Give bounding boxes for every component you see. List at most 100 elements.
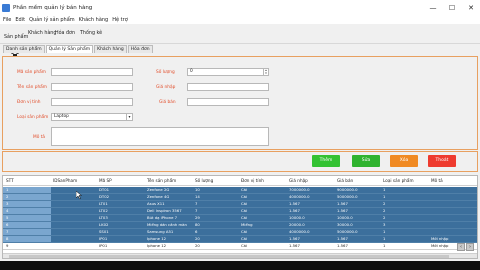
table-cell[interactable]: 1.567	[337, 243, 348, 249]
tab-product-manage[interactable]: Quản lý Sản phẩm	[45, 45, 94, 53]
stepper-arrows-icon[interactable]: ▴ ▾	[263, 69, 268, 75]
add-button[interactable]: Thêm	[312, 155, 340, 167]
table-cell[interactable]: LK02	[99, 222, 108, 228]
table-cell[interactable]: 1.567	[289, 236, 300, 242]
row-id-cell[interactable]	[3, 208, 51, 214]
table-cell[interactable]: 6	[6, 222, 8, 228]
table-cell[interactable]: 1	[383, 243, 385, 249]
table-cell[interactable]: Samsung A51	[147, 229, 173, 235]
column-header[interactable]: IDSanPham	[53, 176, 77, 186]
table-cell[interactable]: Iphone 12	[147, 243, 166, 249]
menu-help[interactable]: Hệ trợ	[112, 17, 128, 23]
table-row[interactable]: 9 IP01 Iphone 12 20 Cái 1.567 1.567 1 Mới nhập	[3, 243, 477, 250]
table-cell[interactable]: IP01	[99, 236, 107, 242]
table-cell[interactable]: 6	[195, 229, 197, 235]
table-cell[interactable]: 5000000.0	[337, 194, 358, 200]
table-cell[interactable]: 1	[383, 236, 385, 242]
unit-input[interactable]	[51, 98, 133, 106]
table-cell[interactable]: 1	[383, 187, 385, 193]
menu-file[interactable]: File	[3, 17, 11, 23]
sale-price-input[interactable]	[187, 98, 269, 106]
tab-product-list[interactable]: Danh sản phẩm	[3, 45, 45, 53]
table-cell[interactable]: IP01	[99, 243, 107, 249]
table-cell[interactable]: 1.567	[289, 208, 300, 214]
row-id-cell[interactable]	[3, 222, 51, 228]
table-cell[interactable]: 7000000.0	[289, 187, 310, 193]
table-row[interactable]: 8 IP01 Iphone 12 20 Cái 1.567 1.567 1 Mới nhập	[3, 236, 477, 243]
table-row[interactable]: 2 DT02 Zenfone 4G 14 Cái 4000000.0 5000000.0 1	[3, 194, 477, 201]
table-row[interactable]: 4 LT02 Dell Inspiron 3567 7 Cái 1.567 1.567 2	[3, 208, 477, 215]
close-button[interactable]: ✕	[462, 0, 480, 16]
table-cell[interactable]: 2	[383, 201, 385, 207]
table-cell[interactable]: 80	[195, 222, 200, 228]
import-price-input[interactable]	[187, 83, 269, 91]
table-cell[interactable]: 29	[195, 215, 200, 221]
table-cell[interactable]: 14	[195, 194, 200, 200]
table-cell[interactable]: 3	[383, 222, 385, 228]
table-cell[interactable]: LT01	[99, 201, 108, 207]
table-cell[interactable]: 1	[6, 187, 8, 193]
column-header[interactable]: Loại sản phẩm	[383, 176, 414, 186]
description-textarea[interactable]	[51, 127, 269, 146]
table-cell[interactable]: 4000000.0	[289, 229, 310, 235]
column-header[interactable]: Số lượng	[195, 176, 213, 186]
column-header[interactable]: Giá bán	[337, 176, 353, 186]
row-id-cell[interactable]	[3, 187, 51, 193]
table-cell[interactable]: 9	[6, 243, 8, 249]
table-cell[interactable]: LT03	[99, 215, 108, 221]
table-cell[interactable]: SS01	[99, 229, 109, 235]
menu-customers[interactable]: Khách hàng	[79, 17, 109, 23]
row-id-cell[interactable]	[3, 194, 51, 200]
table-cell[interactable]: Cái	[241, 243, 247, 249]
menu-products[interactable]: Quản lý sản phẩm	[29, 17, 75, 23]
delete-button[interactable]: Xóa	[390, 155, 418, 167]
scroll-left-icon[interactable]: ‹	[457, 243, 465, 251]
toolbar-link-invoices[interactable]: Hóa đơn	[55, 31, 75, 36]
table-row[interactable]: 5 LT03 Bút dạ iPhone 7 29 Cái 10000.0 10000.0 2	[3, 215, 477, 222]
table-cell[interactable]: 10	[195, 187, 200, 193]
table-cell[interactable]: Zenfone 2G	[147, 187, 169, 193]
table-cell[interactable]: Cái	[241, 201, 247, 207]
table-row[interactable]: 1 DT01 Zenfone 2G 10 Cái 7000000.0 9000000.0 1	[3, 187, 477, 194]
table-cell[interactable]: 2	[6, 194, 8, 200]
table-cell[interactable]: 20	[195, 236, 200, 242]
table-cell[interactable]: 9000000.0	[337, 187, 358, 193]
table-cell[interactable]: DT01	[99, 187, 109, 193]
chevron-down-icon[interactable]: ▾	[126, 114, 132, 120]
table-cell[interactable]: 5000000.0	[337, 229, 358, 235]
tab-customers[interactable]: Khách hàng	[94, 45, 127, 53]
table-cell[interactable]: Dell Inspiron 3567	[147, 208, 182, 214]
table-cell[interactable]: 20000.0	[289, 222, 305, 228]
table-cell[interactable]: 5	[6, 215, 8, 221]
row-id-cell[interactable]	[3, 236, 51, 242]
toolbar-link-customers[interactable]: Khách hàng	[28, 31, 56, 36]
table-cell[interactable]: 10000.0	[289, 215, 305, 221]
table-cell[interactable]: 1.567	[289, 243, 300, 249]
tab-invoices[interactable]: Hóa đơn	[127, 45, 153, 53]
category-select[interactable]: Laptop ▾	[51, 113, 133, 121]
table-cell[interactable]: 8	[6, 236, 8, 242]
exit-button[interactable]: Thoát	[428, 155, 456, 167]
table-row[interactable]: 6 LK02 Miếng dán cảnh màn 80 Miếng 20000.0 300…	[3, 222, 477, 229]
maximize-button[interactable]: ☐	[443, 0, 461, 16]
table-cell[interactable]: 3	[6, 201, 8, 207]
table-cell[interactable]: 1.567	[337, 201, 348, 207]
table-cell[interactable]: 10000.0	[337, 215, 353, 221]
quantity-stepper[interactable]: 0 ▴ ▾	[187, 68, 269, 76]
table-cell[interactable]: 1	[383, 229, 385, 235]
product-name-input[interactable]	[51, 83, 133, 91]
column-header[interactable]: Mã SP	[99, 176, 112, 186]
table-cell[interactable]: 7	[195, 208, 197, 214]
table-cell[interactable]: 4000000.0	[289, 194, 310, 200]
row-id-cell[interactable]	[3, 215, 51, 221]
column-header[interactable]: Giá nhập	[289, 176, 308, 186]
table-cell[interactable]: Cái	[241, 215, 247, 221]
column-header[interactable]: STT	[6, 176, 14, 186]
table-cell[interactable]: 2	[383, 215, 385, 221]
column-header[interactable]: Tên sản phẩm	[147, 176, 176, 186]
table-cell[interactable]: Mới nhập	[431, 243, 448, 249]
table-cell[interactable]: LT02	[99, 208, 108, 214]
table-cell[interactable]: Zenfone 4G	[147, 194, 169, 200]
table-cell[interactable]: Miếng	[241, 222, 252, 228]
toolbar-product-label[interactable]: Sản phẩm	[4, 35, 28, 40]
